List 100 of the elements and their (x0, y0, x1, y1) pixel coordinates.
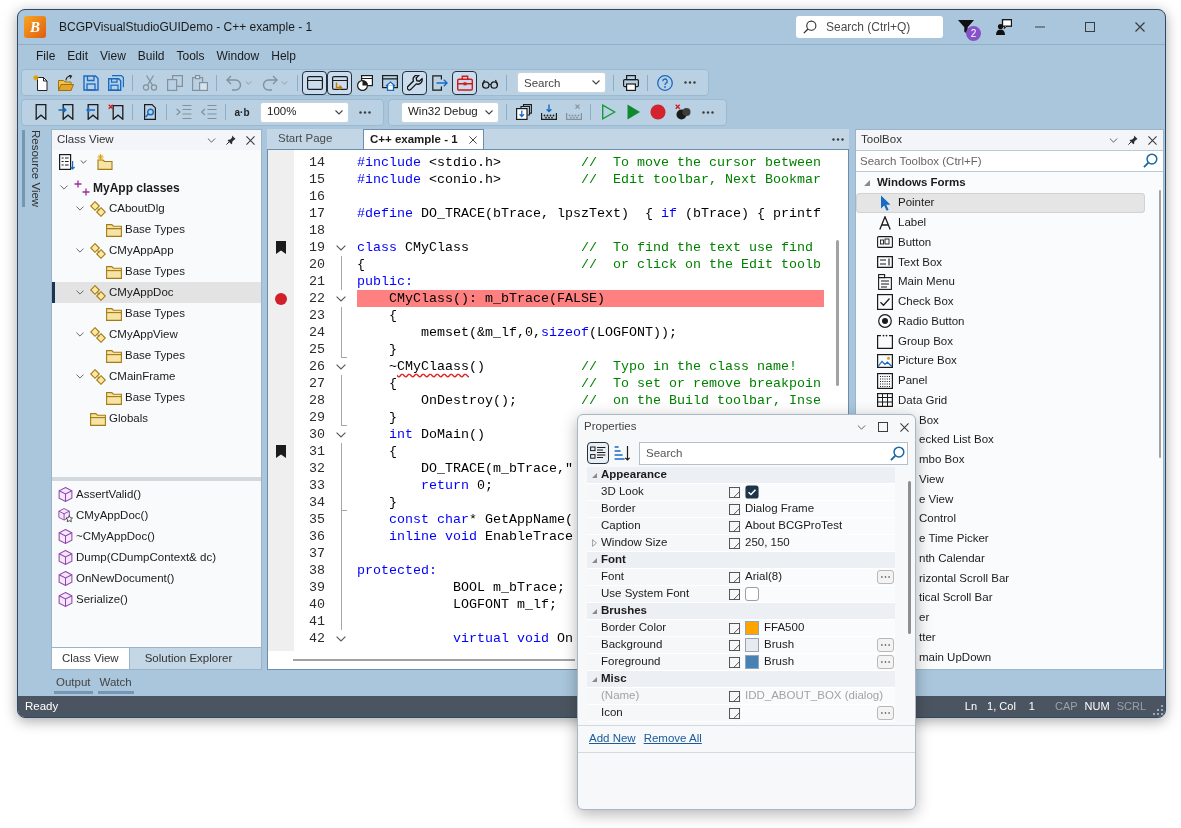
scrollbar[interactable] (1159, 190, 1161, 458)
toolbox-item[interactable]: er (919, 609, 930, 627)
category-header[interactable]: Misc (601, 670, 627, 688)
triangle-icon[interactable] (591, 676, 597, 682)
checkbox[interactable] (745, 485, 759, 499)
chevron-down-icon[interactable] (336, 295, 346, 302)
breakpoint-icon[interactable] (275, 292, 287, 305)
toolbar-button[interactable] (302, 70, 327, 95)
combo-box[interactable]: Win32 Debug (401, 101, 499, 123)
toolbox-item[interactable]: Main Menu (856, 272, 1145, 292)
checkbox[interactable] (745, 587, 759, 601)
toolbox-item[interactable]: rizontal Scroll Bar (919, 569, 1010, 587)
chevron-down-icon[interactable] (76, 290, 84, 295)
toolbox-item[interactable]: Text Box (856, 252, 1145, 272)
toolbox-item[interactable]: Check Box (856, 291, 1145, 312)
search-field[interactable]: Search Toolbox (Ctrl+F) (856, 150, 1163, 172)
toolbox-item[interactable]: tter (919, 628, 936, 646)
category-header[interactable]: Brushes (601, 602, 648, 620)
maximize-icon[interactable] (878, 422, 888, 432)
triangle-icon[interactable] (864, 179, 870, 186)
toolbox-item[interactable]: ecked List Box (919, 431, 994, 449)
toolbox-item[interactable]: main UpDown (919, 648, 992, 666)
view-mode-button[interactable] (587, 442, 609, 464)
combo-box[interactable]: Search (517, 72, 606, 93)
browse-button[interactable] (877, 570, 894, 584)
toolbox-item[interactable]: Group Box (856, 331, 1145, 351)
search-field[interactable]: Search (639, 441, 908, 465)
toolbox-item[interactable]: Label (856, 212, 1145, 233)
menu-item[interactable]: Help (265, 45, 302, 68)
combo-box[interactable]: 100% (260, 101, 349, 123)
menu-item[interactable]: Build (131, 45, 171, 68)
toolbox-item[interactable]: Box (919, 411, 939, 429)
chevron-down-icon[interactable] (336, 363, 346, 370)
tree-item[interactable]: CMyAppDoc (52, 282, 261, 303)
chevron-down-icon[interactable] (336, 635, 346, 642)
tree-item[interactable]: CMainFrame (52, 366, 261, 387)
toolbox-item[interactable]: Data Grid (856, 390, 1145, 411)
browse-button[interactable] (877, 706, 894, 720)
toolbar-button[interactable] (452, 70, 477, 95)
chevron-down-icon[interactable] (76, 206, 84, 211)
chevron-down-icon[interactable] (336, 431, 346, 438)
menu-item[interactable]: Window (210, 45, 266, 68)
triangle-icon[interactable] (591, 472, 597, 478)
resize-grip-icon[interactable] (1153, 705, 1163, 715)
pin-icon[interactable] (1128, 135, 1138, 145)
toolbox-item[interactable]: Panel (856, 370, 1145, 391)
browse-button[interactable] (877, 655, 894, 669)
menu-item[interactable]: View (94, 45, 132, 68)
tab[interactable]: Solution Explorer (129, 648, 248, 669)
toolbox-item[interactable]: Button (856, 232, 1145, 253)
list-item[interactable]: Serialize() (52, 589, 261, 610)
toolbox-item[interactable]: tical Scroll Bar (919, 589, 993, 607)
bookmark-icon[interactable] (276, 445, 286, 458)
toolbox-item[interactable]: e View (919, 490, 954, 508)
category-header[interactable]: Font (601, 551, 626, 569)
toolbox-item[interactable]: mbo Box (919, 451, 965, 469)
tree-item[interactable]: CMyAppView (52, 324, 261, 345)
toolbox-item[interactable]: e Time Picker (919, 530, 989, 548)
chevron-down-icon[interactable] (60, 185, 68, 190)
triangle-right-icon[interactable] (591, 539, 597, 547)
list-item[interactable]: CMyAppDoc() (52, 505, 261, 526)
triangle-icon[interactable] (591, 557, 597, 563)
chevron-down-icon[interactable] (76, 248, 84, 253)
list-item[interactable]: OnNewDocument() (52, 568, 261, 589)
scrollbar[interactable] (836, 240, 839, 386)
toolbox-item[interactable]: View (919, 470, 944, 488)
toolbox-item[interactable]: Pointer (856, 193, 1145, 213)
toolbox-item[interactable]: Picture Box (856, 351, 1145, 371)
search-field[interactable]: Search (Ctrl+Q) (796, 16, 943, 38)
list-item[interactable]: Dump(CDumpContext& dc) (52, 547, 261, 568)
toolbar-button[interactable] (402, 70, 427, 95)
link[interactable]: Add New (589, 730, 636, 748)
scrollbar[interactable] (293, 659, 575, 661)
chevron-down-icon[interactable] (76, 332, 84, 337)
tree-item[interactable]: CMyAppApp (52, 240, 261, 261)
browse-button[interactable] (877, 638, 894, 652)
close-icon[interactable] (246, 135, 255, 145)
link[interactable]: Remove All (643, 730, 702, 748)
tree-item[interactable]: MyApp classes (52, 177, 261, 198)
toolbox-item[interactable]: Radio Button (856, 311, 1145, 332)
list-item[interactable]: AssertValid() (52, 484, 261, 505)
pin-icon[interactable] (226, 135, 236, 145)
toolbox-item[interactable]: nth Calendar (919, 549, 985, 567)
bookmark-icon[interactable] (276, 241, 286, 254)
group-header[interactable]: Windows Forms (877, 173, 966, 192)
close-icon[interactable] (900, 422, 909, 432)
tab[interactable]: Output (54, 672, 93, 694)
tree-item[interactable]: Base Types (52, 219, 261, 240)
new-folder-icon[interactable] (97, 154, 113, 170)
more-icon[interactable] (832, 137, 844, 141)
tree-item[interactable]: Base Types (52, 303, 261, 324)
chevron-down-icon[interactable] (336, 244, 346, 251)
scrollbar[interactable] (908, 481, 911, 634)
triangle-icon[interactable] (591, 608, 597, 614)
tree-item[interactable]: Base Types (52, 345, 261, 366)
tree-item[interactable]: Base Types (52, 387, 261, 408)
tab[interactable]: Class View (52, 648, 130, 669)
toolbar-button[interactable] (327, 70, 352, 95)
chevron-down-icon[interactable] (76, 374, 84, 379)
funnel-icon[interactable] (958, 19, 974, 35)
